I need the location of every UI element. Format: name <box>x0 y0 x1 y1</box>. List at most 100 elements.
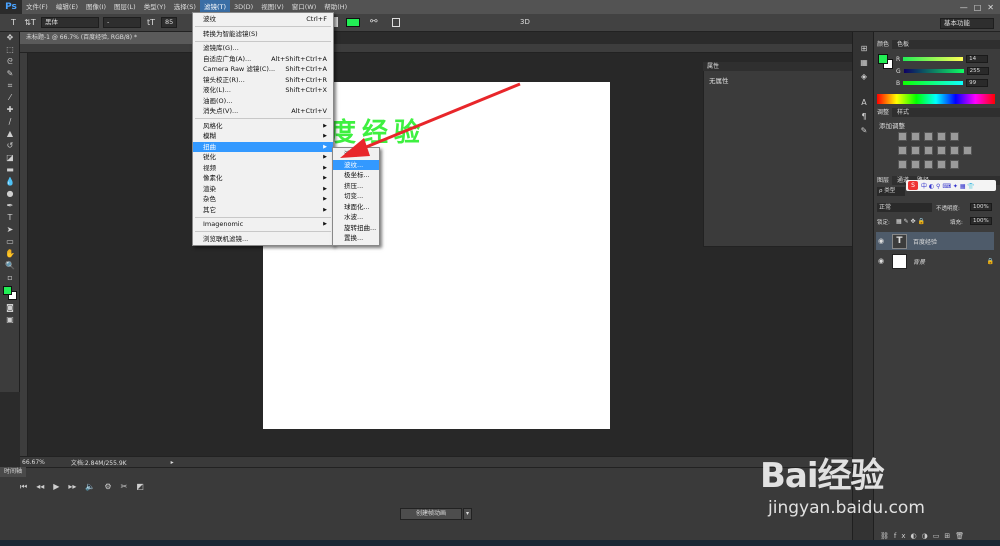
timeline-tab[interactable]: 时间轴 <box>0 467 27 477</box>
filter-menu-item[interactable]: 波纹 Ctrl+F <box>193 14 333 25</box>
g-value[interactable]: 255 <box>966 67 989 75</box>
blur-tool-icon[interactable]: 💧 <box>0 176 20 188</box>
menu-item[interactable]: 文件(F) <box>22 0 52 14</box>
document-tab[interactable]: 未标题-1 @ 66.7% (百度经验, RGB/8) * <box>20 32 200 44</box>
screen-mode-icon[interactable]: ▣ <box>0 314 20 326</box>
levels-icon[interactable] <box>911 132 920 141</box>
filter-menu-item[interactable]: 油画(O)... <box>193 96 333 107</box>
exposure-icon[interactable] <box>937 132 946 141</box>
filter-menu-item[interactable]: 消失点(V)... Alt+Ctrl+V <box>193 106 333 117</box>
foreground-color-swatch[interactable] <box>3 286 12 295</box>
brush-panel-icon[interactable]: ✎ <box>853 124 875 138</box>
distort-menu-item[interactable]: 旋转扭曲... <box>333 223 379 234</box>
minimize-button[interactable]: — <box>960 3 968 12</box>
paragraph-panel-icon[interactable]: ¶ <box>853 110 875 124</box>
brightness-icon[interactable] <box>898 132 907 141</box>
tab-layers[interactable]: 图层 <box>874 176 893 185</box>
ime-icon[interactable]: 中 ◐ ⚲ ⌨ ✦ ▦ 👕 <box>921 181 975 190</box>
quick-mask-icon[interactable]: ◙ <box>0 302 20 314</box>
menu-item[interactable]: 编辑(E) <box>52 0 82 14</box>
fill-field[interactable]: 100% <box>970 217 992 225</box>
r-value[interactable]: 14 <box>966 55 989 63</box>
distort-menu-item[interactable]: 挤压... <box>333 181 379 192</box>
character-panel-icon[interactable] <box>392 18 400 27</box>
posterize-icon[interactable] <box>911 160 920 169</box>
menu-item[interactable]: 类型(Y) <box>140 0 170 14</box>
filter-menu-item[interactable]: 渲染 ▶ <box>193 184 333 195</box>
warp-text-icon[interactable]: ⚯ <box>370 17 378 27</box>
lasso-tool-icon[interactable]: ᘓ <box>0 56 20 68</box>
curves-icon[interactable] <box>924 132 933 141</box>
create-animation-dropdown[interactable]: ▾ <box>463 508 472 520</box>
filter-menu-item[interactable]: 风格化 ▶ <box>193 121 333 132</box>
path-select-tool-icon[interactable]: ➤ <box>0 224 20 236</box>
menu-item[interactable]: 图层(L) <box>110 0 140 14</box>
prev-frame-icon[interactable]: ◂◂ <box>36 482 44 492</box>
menu-item[interactable]: 图像(I) <box>82 0 110 14</box>
distort-menu-item[interactable]: 球面化... <box>333 202 379 213</box>
lookup-icon[interactable] <box>963 146 972 155</box>
invert-icon[interactable] <box>898 160 907 169</box>
tab-styles[interactable]: 样式 <box>894 108 912 117</box>
history-panel-icon[interactable]: ⊞ <box>853 42 875 56</box>
clone-stamp-tool-icon[interactable]: ▲ <box>0 128 20 140</box>
zoom-level[interactable]: 66.67% <box>22 459 45 466</box>
sogou-icon[interactable]: S <box>908 181 918 190</box>
type-tool-icon[interactable]: T <box>8 17 19 28</box>
bw-icon[interactable] <box>924 146 933 155</box>
transition-icon[interactable]: ◩ <box>136 482 144 492</box>
default-colors-icon[interactable]: ▫ <box>0 272 20 284</box>
eraser-tool-icon[interactable]: ◪ <box>0 152 20 164</box>
crop-tool-icon[interactable]: ⌗ <box>0 80 20 92</box>
distort-menu-item[interactable]: 置换... <box>333 233 379 244</box>
filter-menu-item[interactable]: 杂色 ▶ <box>193 194 333 205</box>
swatch-panel-icon[interactable]: ▦ <box>853 56 875 70</box>
distort-menu-item[interactable]: 极坐标... <box>333 170 379 181</box>
font-family-select[interactable]: 黑体 <box>41 17 99 28</box>
quick-select-tool-icon[interactable]: ✎ <box>0 68 20 80</box>
gradient-map-icon[interactable] <box>937 160 946 169</box>
character-panel-icon-strip[interactable]: A <box>853 96 875 110</box>
pen-tool-icon[interactable]: ✒ <box>0 200 20 212</box>
blue-slider[interactable]: B 99 <box>896 79 989 87</box>
color-foreground-swatch[interactable] <box>878 54 888 64</box>
lock-icons[interactable]: ▦ ✎ ✥ 🔒 <box>896 218 925 225</box>
b-track[interactable] <box>903 81 964 85</box>
brush-tool-icon[interactable]: ∕ <box>0 116 20 128</box>
color-balance-icon[interactable] <box>911 146 920 155</box>
next-frame-icon[interactable]: ▸▸ <box>68 482 76 492</box>
filter-menu-item[interactable]: 锐化 ▶ <box>193 152 333 163</box>
filter-menu-item[interactable]: 转换为智能滤镜(S) <box>193 29 333 40</box>
split-icon[interactable]: ✂ <box>121 482 128 492</box>
visibility-eye-icon[interactable]: ◉ <box>876 237 886 245</box>
dodge-tool-icon[interactable]: ● <box>0 188 20 200</box>
layer-row[interactable]: ◉ 背景 🔒 <box>876 252 994 270</box>
text-color-swatch[interactable] <box>346 18 360 27</box>
go-first-frame-icon[interactable]: ⏮ <box>20 482 27 492</box>
b-value[interactable]: 99 <box>966 79 989 87</box>
filter-menu-item[interactable]: 镜头校正(R)... Shift+Ctrl+R <box>193 75 333 86</box>
threshold-icon[interactable] <box>924 160 933 169</box>
maximize-button[interactable]: □ <box>974 3 982 12</box>
font-style-select[interactable]: - <box>103 17 141 28</box>
filter-menu-item[interactable]: 扭曲 ▶ <box>193 141 333 152</box>
filter-menu-item[interactable]: 液化(L)... Shift+Ctrl+X <box>193 85 333 96</box>
color-spectrum-bar[interactable] <box>877 94 995 104</box>
gradient-tool-icon[interactable]: ▬ <box>0 164 20 176</box>
r-track[interactable] <box>903 57 964 61</box>
hand-tool-icon[interactable]: ✋ <box>0 248 20 260</box>
filter-menu-item[interactable]: 自适应广角(A)... Alt+Shift+Ctrl+A <box>193 54 333 65</box>
filter-menu-item[interactable]: 模糊 ▶ <box>193 131 333 142</box>
filter-menu-item[interactable]: Imagenomic ▶ <box>193 219 333 230</box>
blend-mode-select[interactable]: 正常 <box>877 203 932 212</box>
layer-kind-filter[interactable]: ρ 类型 <box>877 187 905 196</box>
red-slider[interactable]: R 14 <box>896 55 989 63</box>
opacity-field[interactable]: 100% <box>970 203 992 211</box>
play-icon[interactable]: ▶ <box>53 482 59 492</box>
filter-menu-item[interactable]: 视频 ▶ <box>193 163 333 174</box>
vibrance-icon[interactable] <box>950 132 959 141</box>
history-brush-tool-icon[interactable]: ↺ <box>0 140 20 152</box>
move-tool-icon[interactable]: ✥ <box>0 32 20 44</box>
adjust-panel-icon[interactable]: ◈ <box>853 70 875 84</box>
green-slider[interactable]: G 255 <box>896 67 989 75</box>
